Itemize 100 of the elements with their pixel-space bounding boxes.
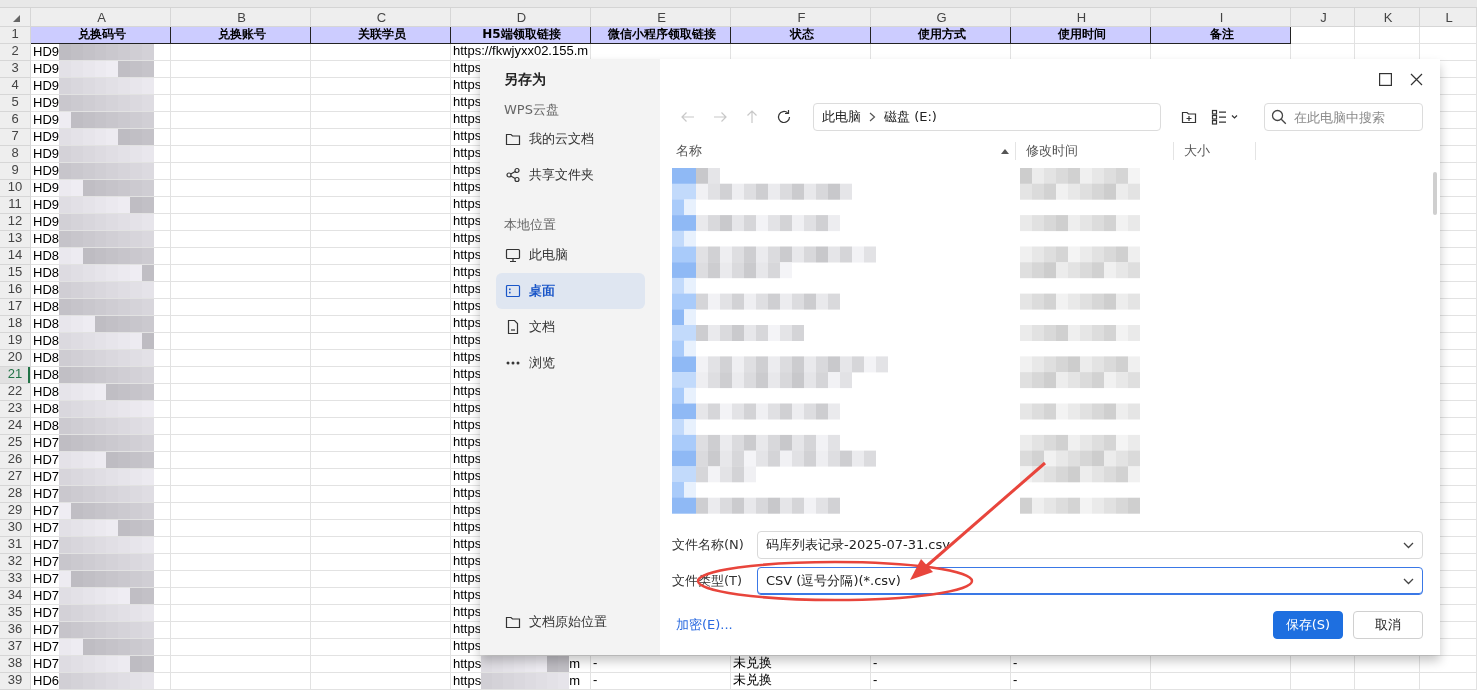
column-header[interactable]: B [171,8,311,27]
share-icon [505,167,521,183]
breadcrumb-item[interactable]: 此电脑 [822,108,861,126]
row-number[interactable]: 8 [0,146,31,163]
cell-text: HD7 [33,606,59,620]
desktop-icon [505,283,521,299]
cell-text: HD9 [33,130,59,144]
column-header[interactable]: 修改时间 [1026,142,1078,160]
row-number[interactable]: 29 [0,503,31,520]
row-number[interactable]: 5 [0,95,31,112]
row-number[interactable]: 32 [0,554,31,571]
row-number[interactable]: 28 [0,486,31,503]
breadcrumb-item[interactable]: 磁盘 (E:) [884,108,937,126]
column-header[interactable]: H [1011,8,1151,27]
table-cell: - [591,656,731,673]
column-header[interactable]: E [591,8,731,27]
cell-text: HD8 [33,419,59,433]
row-number[interactable]: 19 [0,333,31,350]
cell-text: HD9 [33,147,59,161]
column-header[interactable]: L [1420,8,1477,27]
cell-text: HD8 [33,385,59,399]
encrypt-link[interactable]: 加密(E)... [672,616,733,634]
row-number[interactable]: 23 [0,401,31,418]
column-header[interactable]: 名称 [676,142,702,160]
row-number[interactable]: 17 [0,299,31,316]
maximize-icon[interactable] [1379,72,1392,86]
row-number[interactable]: 9 [0,163,31,180]
save-button[interactable]: 保存(S) [1273,611,1343,639]
row-number[interactable]: 31 [0,537,31,554]
cell-text: HD9 [33,215,59,229]
table-cell [1291,656,1355,673]
row-number[interactable]: 18 [0,316,31,333]
sidebar-item[interactable]: 桌面 [496,273,645,309]
column-header[interactable]: C [311,8,451,27]
row-number[interactable]: 33 [0,571,31,588]
table-cell: 未兑换 [731,673,871,690]
row-number[interactable]: 11 [0,197,31,214]
row-number[interactable]: 36 [0,622,31,639]
row-number[interactable]: 1 [0,27,31,44]
scrollbar-thumb[interactable] [1433,172,1437,215]
row-number[interactable]: 16 [0,282,31,299]
folder-icon [505,131,521,147]
row-number[interactable]: 22 [0,384,31,401]
cell-text: HD7 [33,555,59,569]
row-number[interactable]: 25 [0,435,31,452]
cancel-button[interactable]: 取消 [1353,611,1423,639]
row-number[interactable]: 21 [0,367,31,384]
row-number[interactable]: 39 [0,673,31,690]
row-number[interactable]: 3 [0,61,31,78]
row-number[interactable]: 12 [0,214,31,231]
search-field[interactable]: 在此电脑中搜索 [1264,103,1423,131]
row-number[interactable]: 26 [0,452,31,469]
column-header[interactable]: 大小 [1184,142,1210,160]
cell-text: HD7 [33,538,59,552]
chevron-right-icon [869,112,876,122]
column-header[interactable]: A [31,8,171,27]
row-number[interactable]: 6 [0,112,31,129]
close-icon[interactable] [1410,72,1423,86]
row-number[interactable]: 2 [0,44,31,61]
search-icon [1271,109,1287,125]
column-header[interactable]: F [731,8,871,27]
row-number[interactable]: 35 [0,605,31,622]
address-bar[interactable]: 此电脑 磁盘 (E:) [813,103,1161,131]
cell-text: HD9 [33,62,59,76]
row-number[interactable]: 7 [0,129,31,146]
cell-text: HD7 [33,572,59,586]
table-cell [1420,673,1477,690]
corner-triangle-icon [12,15,20,22]
row-number[interactable]: 15 [0,265,31,282]
row-number[interactable]: 13 [0,231,31,248]
column-header[interactable]: K [1355,8,1420,27]
column-heading: 微信小程序领取链接 [591,27,731,44]
cell-text: HD9 [33,164,59,178]
row-number[interactable]: 37 [0,639,31,656]
row-number[interactable]: 14 [0,248,31,265]
column-header[interactable]: G [871,8,1011,27]
cell-text: HD9 [33,45,59,59]
new-folder-icon[interactable] [1181,109,1197,125]
chevron-down-icon [1403,577,1414,585]
row-number[interactable]: 38 [0,656,31,673]
row-number[interactable]: 30 [0,520,31,537]
row-number[interactable]: 34 [0,588,31,605]
column-header[interactable]: J [1291,8,1355,27]
file-name-field[interactable]: 码库列表记录-2025-07-31.csv [757,531,1423,559]
row-number[interactable]: 24 [0,418,31,435]
file-type-dropdown[interactable]: CSV (逗号分隔)(*.csv) [757,567,1423,595]
table-cell: - [871,673,1011,690]
column-heading: 兑换账号 [171,27,311,44]
row-number[interactable]: 10 [0,180,31,197]
cell-text: HD9 [33,113,59,127]
cell-text: HD8 [33,368,59,382]
row-number[interactable]: 4 [0,78,31,95]
select-all-button[interactable] [0,8,31,27]
column-header[interactable]: D [451,8,591,27]
cell-text: m [569,657,581,671]
column-heading: 关联学员 [311,27,451,44]
row-number[interactable]: 27 [0,469,31,486]
row-number[interactable]: 20 [0,350,31,367]
column-header[interactable]: I [1151,8,1291,27]
chevron-down-icon [1403,541,1414,549]
